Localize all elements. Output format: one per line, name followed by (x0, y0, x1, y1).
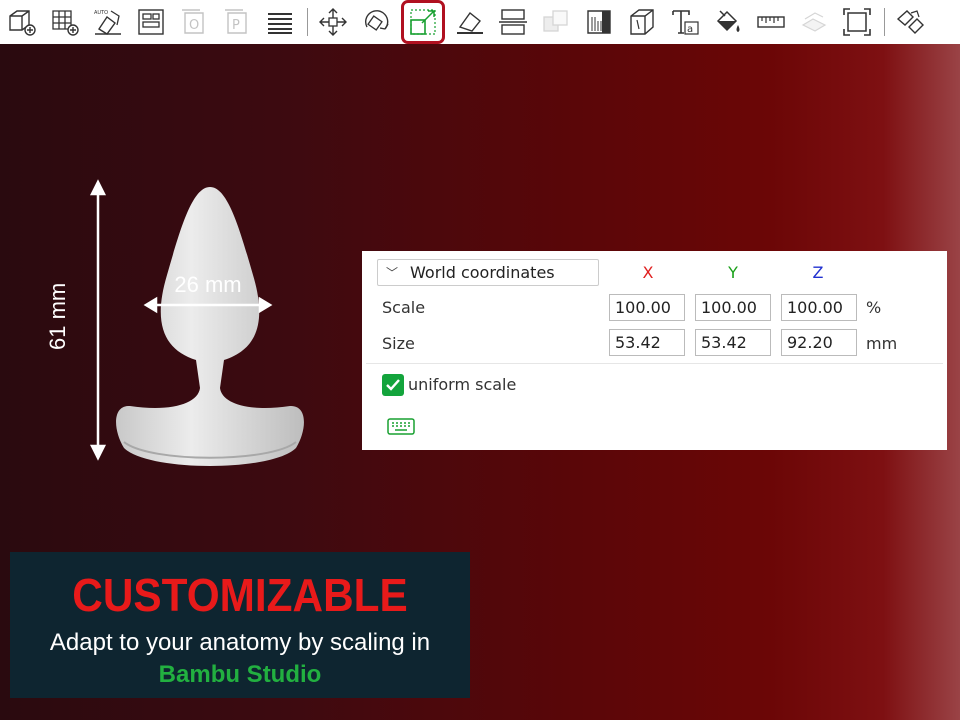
width-dimension-arrow (143, 296, 273, 314)
coordinate-system-value: World coordinates (410, 263, 555, 282)
coordinate-system-dropdown[interactable]: ﹀ World coordinates (377, 259, 599, 286)
size-x-input[interactable]: 53.42 (609, 329, 685, 356)
scale-panel: ﹀ World coordinates X Y Z Scale 100.00 1… (362, 251, 947, 450)
promo-subtitle: Adapt to your anatomy by scaling in (49, 629, 431, 656)
uniform-scale-checkbox[interactable] (382, 374, 404, 396)
scale-y-input[interactable]: 100.00 (695, 294, 771, 321)
size-y-input[interactable]: 53.42 (695, 329, 771, 356)
keyboard-icon[interactable] (387, 417, 415, 437)
scale-unit: % (866, 298, 882, 317)
scale-x-input[interactable]: 100.00 (609, 294, 685, 321)
panel-divider (366, 363, 943, 364)
axis-y-label: Y (728, 263, 738, 282)
uniform-scale-label: uniform scale (408, 375, 517, 394)
promo-title: CUSTOMIZABLE (72, 569, 408, 621)
size-z-input[interactable]: 92.20 (781, 329, 857, 356)
scale-z-input[interactable]: 100.00 (781, 294, 857, 321)
width-dimension-label: 26 mm (174, 272, 242, 297)
checkmark-icon (386, 379, 400, 391)
height-dimension-label: 61 mm (45, 282, 70, 350)
scale-row-label: Scale (382, 298, 426, 317)
size-row-label: Size (382, 334, 415, 353)
size-unit: mm (866, 334, 898, 353)
axis-x-label: X (642, 263, 654, 282)
promo-brand: Bambu Studio (158, 661, 322, 688)
chevron-down-icon: ﹀ (386, 266, 399, 280)
promo-banner: CUSTOMIZABLE Adapt to your anatomy by sc… (10, 552, 470, 698)
axis-z-label: Z (812, 263, 824, 282)
